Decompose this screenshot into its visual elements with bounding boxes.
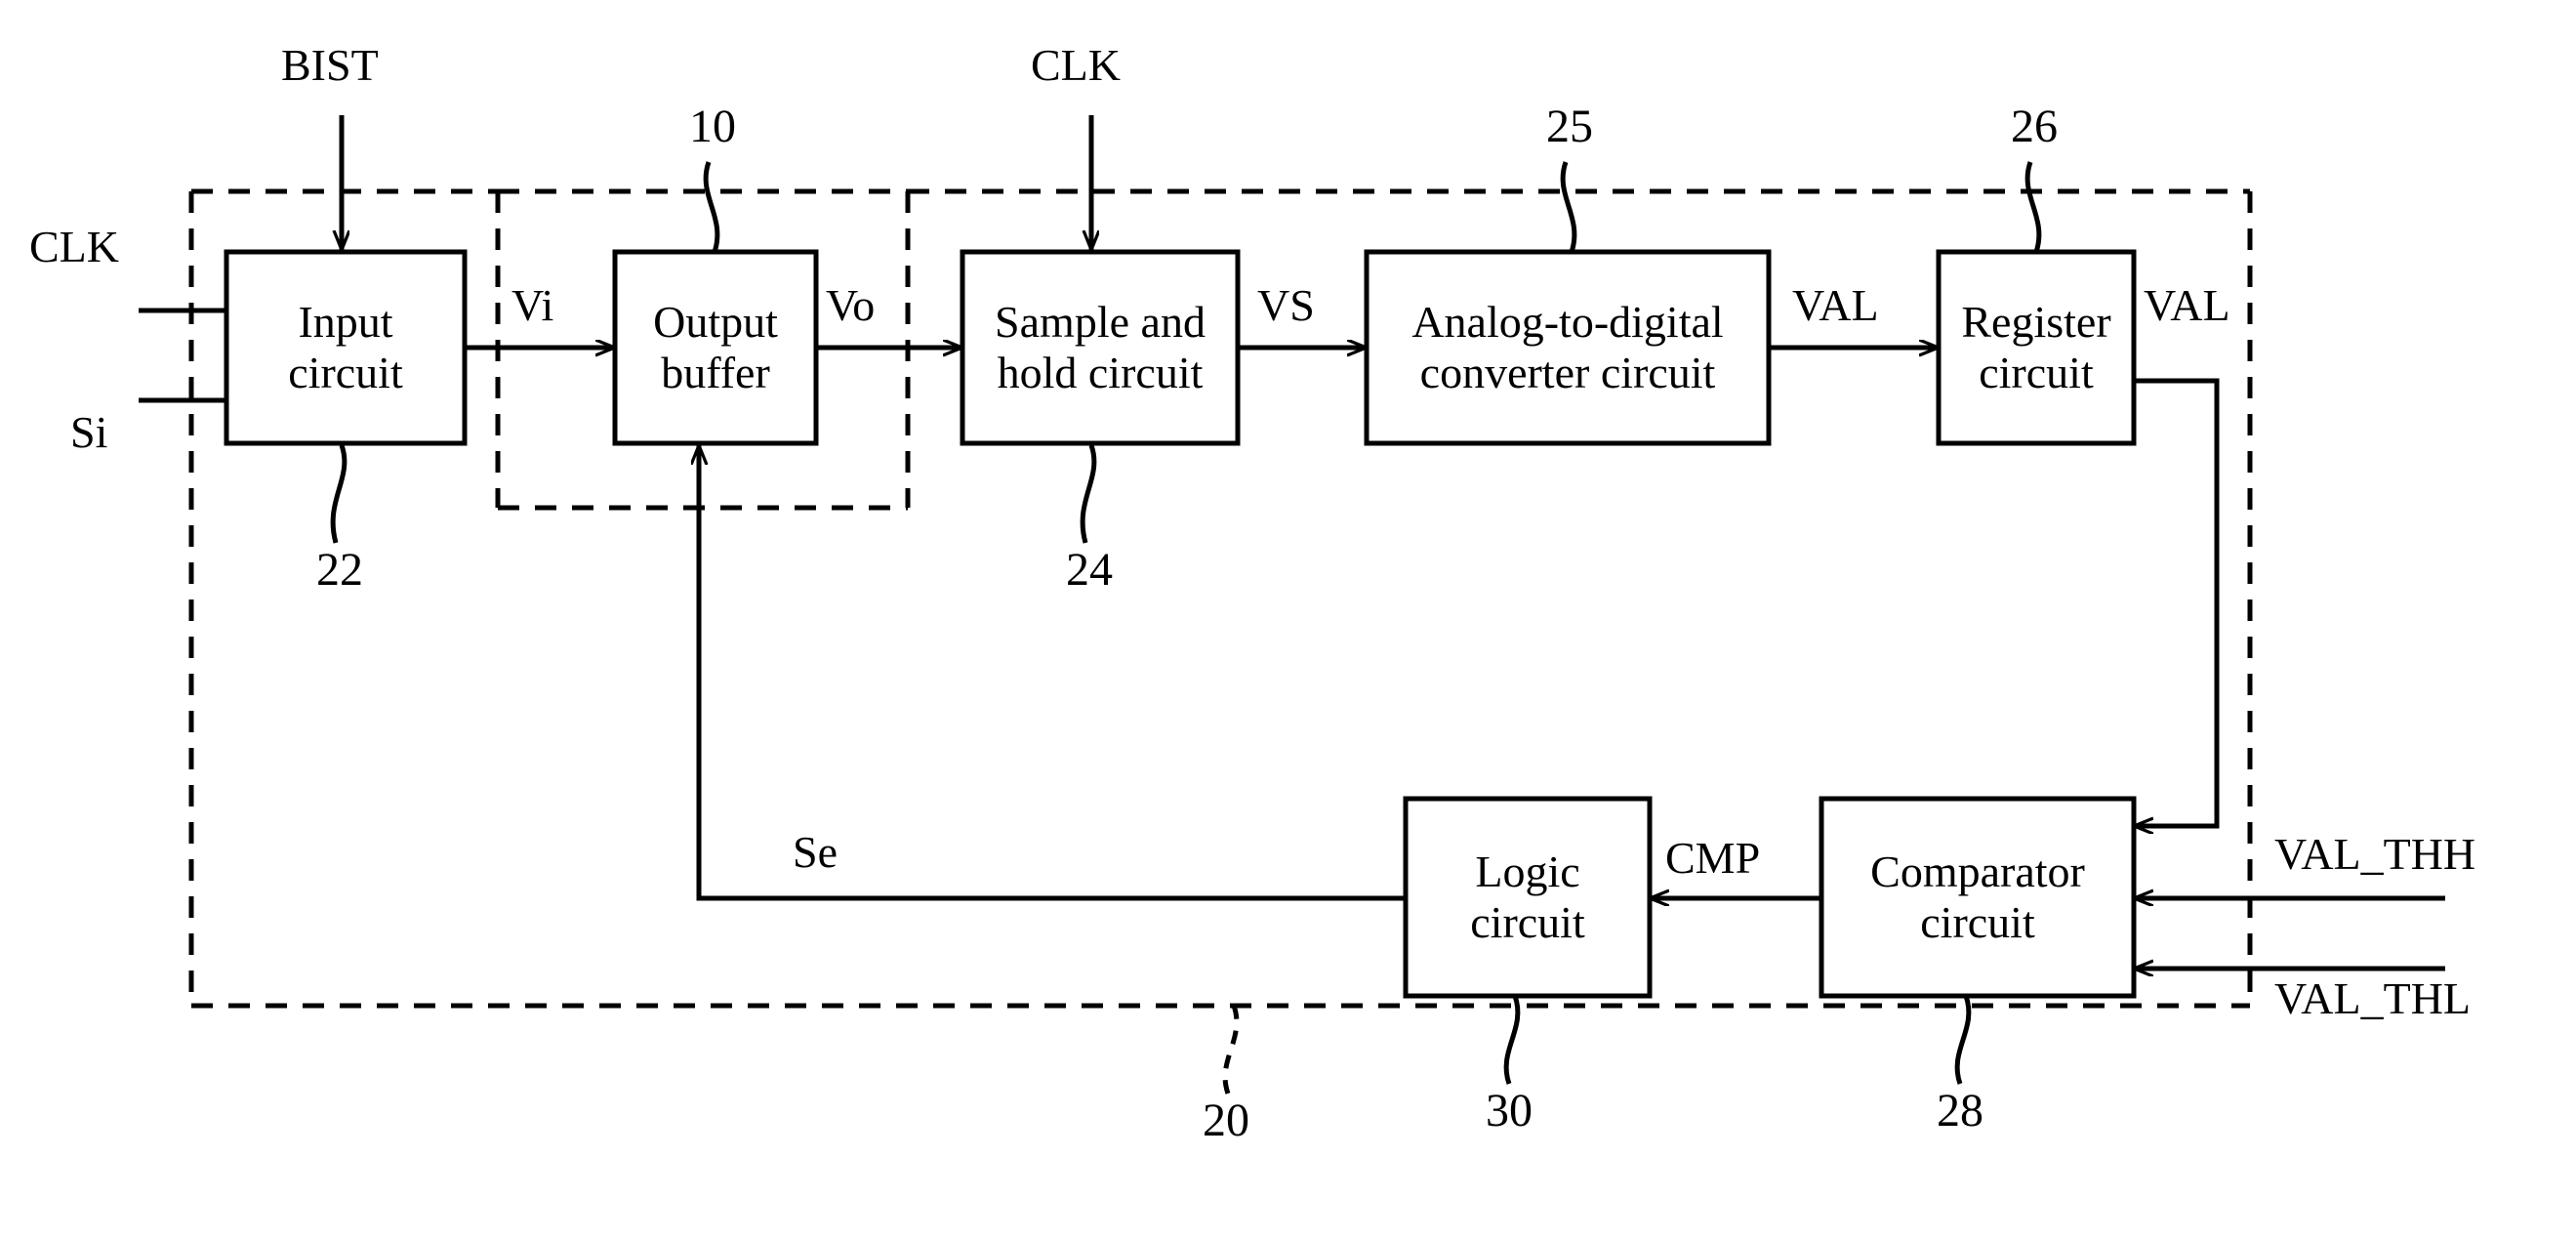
block-comparator-line1: Comparator	[1870, 847, 2085, 897]
block-comparator-line2: circuit	[1920, 897, 2035, 947]
block-comparator-circuit[interactable]: Comparator circuit	[1821, 799, 2134, 996]
block-sample-hold-line1: Sample and	[995, 297, 1206, 348]
reference-numeral-10: 10	[689, 101, 736, 152]
block-output-buffer-line2: buffer	[661, 348, 770, 397]
block-sample-and-hold-circuit[interactable]: Sample and hold circuit	[962, 252, 1238, 443]
reference-numeral-25: 25	[1546, 101, 1593, 152]
block-sample-hold-line2: hold circuit	[997, 348, 1204, 397]
leader-22	[330, 444, 348, 544]
signal-label-vs: VS	[1257, 280, 1315, 330]
leader-28	[1954, 995, 1972, 1085]
reference-numeral-28: 28	[1937, 1085, 1983, 1137]
reference-numeral-20: 20	[1203, 1095, 1249, 1146]
block-register-line1: Register	[1961, 297, 2111, 348]
diagram-vector-layer	[139, 115, 2445, 1095]
signal-label-clk-top: CLK	[1031, 40, 1121, 90]
block-output-buffer-line1: Output	[653, 297, 778, 348]
block-adc-line1: Analog-to-digital	[1411, 297, 1724, 348]
block-input-circuit[interactable]: Input circuit	[226, 252, 465, 443]
signal-label-val-thl: VAL_THL	[2274, 973, 2472, 1023]
block-input-circuit-line1: Input	[298, 297, 393, 348]
wire-val-register-to-comparator	[2134, 378, 2220, 826]
reference-numeral-22: 22	[316, 544, 363, 596]
leader-10	[703, 161, 720, 253]
signal-label-val-register-out: VAL	[2144, 280, 2230, 330]
leader-20	[1222, 1005, 1240, 1095]
reference-numeral-30: 30	[1486, 1085, 1533, 1137]
signal-label-vo: Vo	[826, 280, 876, 330]
block-output-buffer[interactable]: Output buffer	[615, 252, 816, 443]
block-analog-to-digital-converter-circuit[interactable]: Analog-to-digital converter circuit	[1367, 252, 1769, 443]
block-logic-line2: circuit	[1470, 897, 1585, 947]
block-logic-line1: Logic	[1475, 847, 1580, 897]
signal-label-se: Se	[793, 827, 838, 877]
signal-label-cmp: CMP	[1665, 833, 1761, 883]
signal-label-val-thh: VAL_THH	[2274, 829, 2476, 879]
signal-label-si: Si	[70, 407, 108, 457]
leader-25	[1560, 161, 1577, 253]
signal-label-bist: BIST	[281, 40, 379, 90]
block-register-line2: circuit	[1979, 348, 2094, 397]
signal-label-vi: Vi	[511, 280, 554, 330]
block-input-circuit-line2: circuit	[288, 348, 403, 397]
block-logic-circuit[interactable]: Logic circuit	[1406, 799, 1650, 996]
leader-30	[1503, 995, 1521, 1085]
reference-numeral-24: 24	[1066, 544, 1113, 596]
leader-26	[2024, 161, 2042, 253]
signal-label-val-adc-out: VAL	[1792, 280, 1879, 330]
figure-canvas: Input circuit Output buffer Sample and h…	[0, 0, 2576, 1240]
block-adc-line2: converter circuit	[1419, 348, 1716, 397]
leader-24	[1080, 444, 1097, 544]
block-register-circuit[interactable]: Register circuit	[1939, 252, 2134, 443]
reference-numeral-26: 26	[2011, 101, 2058, 152]
signal-label-clk-left: CLK	[29, 222, 119, 271]
